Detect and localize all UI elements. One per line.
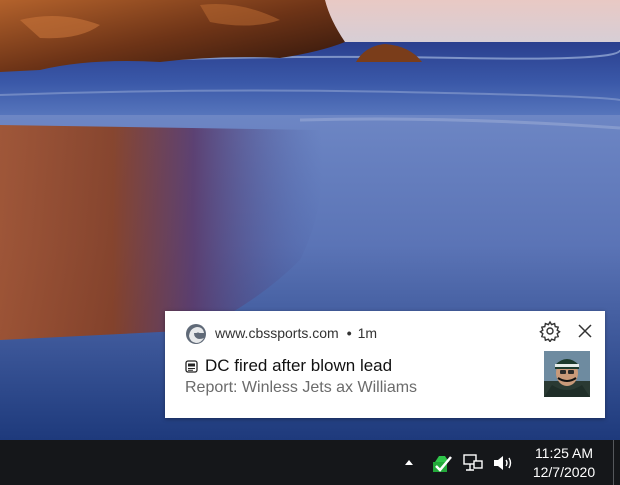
chevron-up-icon[interactable] xyxy=(398,452,420,472)
newspaper-icon xyxy=(185,359,198,373)
notification-separator: • xyxy=(346,325,352,341)
volume-icon[interactable] xyxy=(490,451,516,475)
network-icon[interactable] xyxy=(460,451,486,475)
notification-time: 1m xyxy=(357,325,378,341)
notification-source-url: www.cbssports.com xyxy=(215,325,339,341)
edge-browser-icon xyxy=(186,324,206,344)
desktop-screen: www.cbssports.com • 1m DC fired after blow… xyxy=(0,0,620,485)
notification-title: DC fired after blown lead xyxy=(205,356,393,375)
notification-title-row: DC fired after blown lead xyxy=(185,356,392,376)
notification-thumbnail xyxy=(544,351,590,397)
clock-time: 11:25 AM xyxy=(534,445,594,461)
taskbar-clock[interactable]: 11:25 AM 12/7/2020 xyxy=(524,444,604,482)
notification-body: Report: Winless Jets ax Williams xyxy=(185,379,418,396)
gear-icon[interactable] xyxy=(539,320,561,342)
green-check-app-icon[interactable] xyxy=(428,451,454,475)
taskbar: 11:25 AM 12/7/2020 xyxy=(0,440,620,485)
notification-source: www.cbssports.com • 1m xyxy=(215,325,377,341)
close-icon[interactable] xyxy=(575,321,595,341)
notification-toast[interactable]: www.cbssports.com • 1m DC fired after blow… xyxy=(165,311,605,418)
clock-date: 12/7/2020 xyxy=(532,464,596,480)
show-desktop-button[interactable] xyxy=(613,440,614,485)
